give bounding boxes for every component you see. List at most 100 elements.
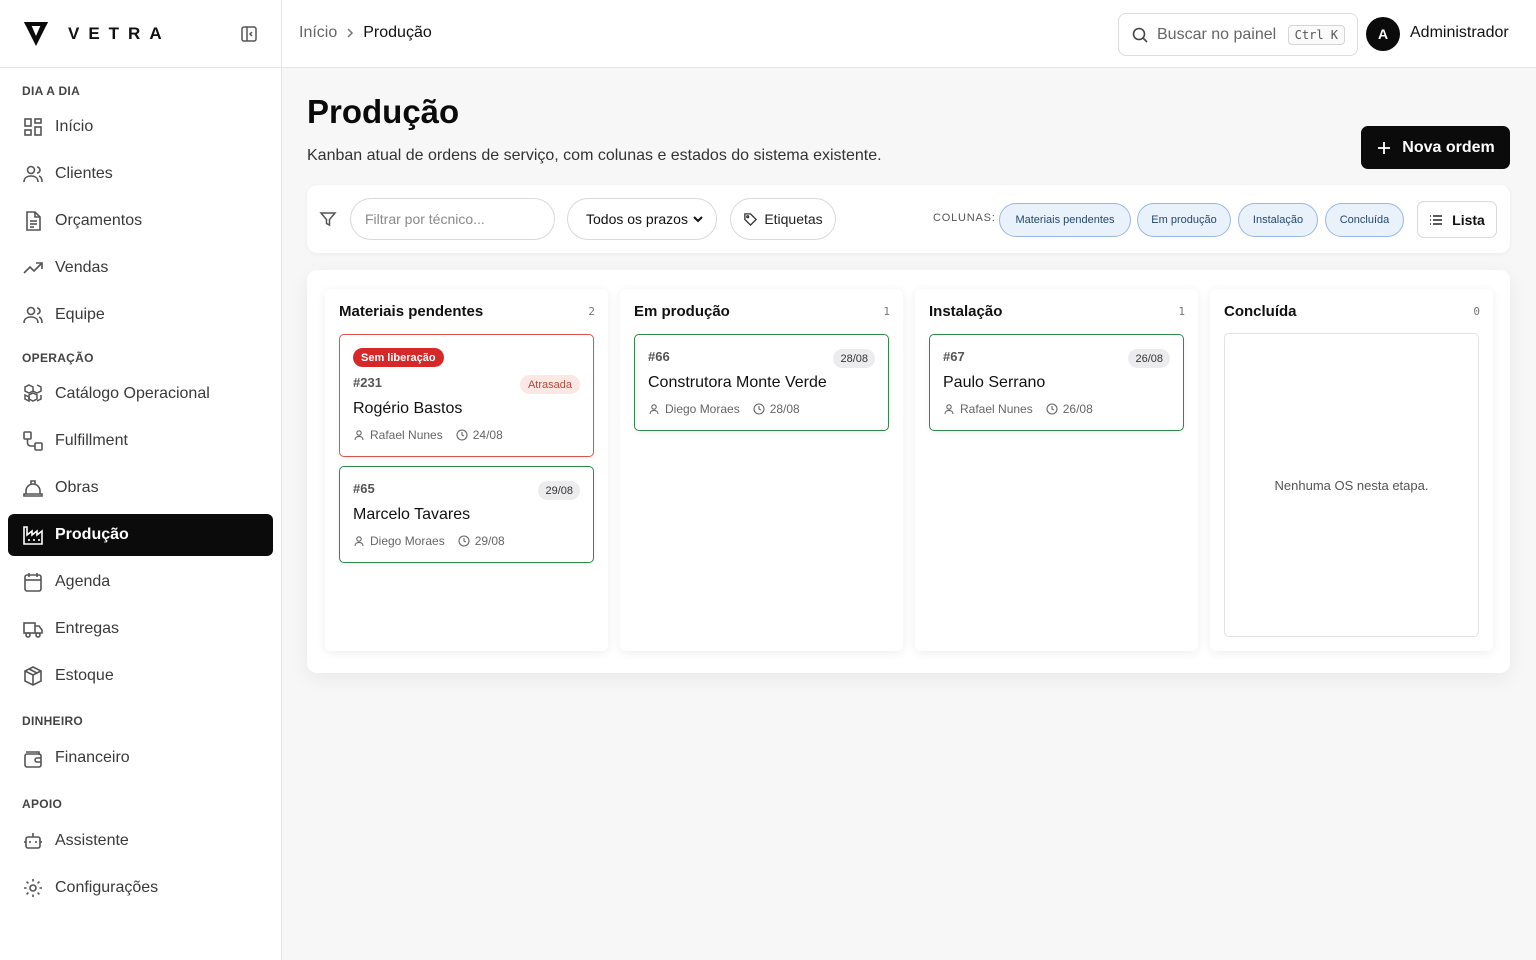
sidebar-item-obras[interactable]: Obras [8,467,273,509]
sidebar-item-configuracoes[interactable]: Configurações [8,867,273,909]
settings-icon [24,879,42,897]
breadcrumb-home-link[interactable]: Início [299,24,337,42]
sidebar-item-label: Catálogo Operacional [55,385,210,402]
sidebar-item-orcamentos[interactable]: Orçamentos [8,200,273,242]
tags-button[interactable]: Etiquetas [730,198,836,240]
nav-group-title: DIA A DIA [22,84,81,98]
order-card[interactable]: #66 28/08 Construtora Monte Verde Diego … [634,334,889,431]
brand-header: VETRA [0,0,281,68]
sidebar-item-label: Fulfillment [55,432,128,449]
user-icon [354,536,364,547]
breadcrumb-current: Produção [363,24,432,41]
search-icon [1132,27,1148,43]
trending-up-icon [23,262,43,274]
chevron-right-icon [347,28,354,38]
column-chip-instalacao[interactable]: Instalação [1238,203,1318,237]
order-client: Marcelo Tavares [353,506,471,523]
order-technician: Diego Moraes [665,402,740,416]
user-name[interactable]: Administrador [1410,24,1509,42]
sidebar-item-label: Produção [55,526,129,543]
page-title: Produção [307,93,460,130]
order-date: 29/08 [474,534,505,548]
deadline-select-value: Todos os prazos [586,211,688,227]
sidebar-item-label: Estoque [55,667,114,684]
sidebar-collapse-icon[interactable] [239,24,259,44]
new-order-button[interactable]: Nova ordem [1361,126,1510,169]
tags-label: Etiquetas [764,211,823,227]
calendar-icon [24,573,42,592]
clock-icon [1046,403,1058,415]
order-card[interactable]: #67 26/08 Paulo Serrano Rafael Nunes 26/… [929,334,1184,431]
sidebar-item-label: Vendas [55,259,109,276]
column-count: 1 [883,305,890,318]
sidebar-item-estoque[interactable]: Estoque [8,655,273,697]
sidebar-item-agenda[interactable]: Agenda [8,561,273,603]
column-chip-concluida[interactable]: Concluída [1325,203,1404,237]
sidebar-item-clientes[interactable]: Clientes [8,153,273,195]
plus-icon [1378,141,1391,154]
column-chip-materiais[interactable]: Materiais pendentes [999,203,1131,237]
order-date-pill: 28/08 [833,349,875,368]
user-icon [944,404,954,415]
sidebar-item-label: Clientes [55,165,113,182]
users-icon [23,165,43,183]
column-title: Em produção [634,303,730,320]
new-order-label: Nova ordem [1402,138,1495,156]
hard-hat-icon [23,480,43,497]
nav-group-apoio: APOIO Assistente Configurações [0,794,281,909]
kanban-board: Materiais pendentes 2 Sem liberação #231… [307,270,1510,673]
sidebar-item-label: Financeiro [55,749,130,766]
sidebar-item-financeiro[interactable]: Financeiro [8,737,273,779]
sidebar: VETRA DIA A DIA Início Clientes Orçament… [0,0,282,960]
sidebar-item-label: Agenda [55,573,111,590]
layout-grid-icon [24,118,42,136]
avatar[interactable]: A [1366,17,1400,51]
order-client: Construtora Monte Verde [648,374,827,391]
sidebar-item-equipe[interactable]: Equipe [8,294,273,336]
sidebar-item-assistente[interactable]: Assistente [8,820,273,862]
technician-filter-input[interactable] [350,198,555,240]
kanban-column-instalacao: Instalação 1 #67 26/08 Paulo Serrano Raf… [915,289,1198,651]
order-meta: Rafael Nunes 26/08 [943,402,1093,416]
clock-icon [458,535,470,547]
sidebar-item-vendas[interactable]: Vendas [8,247,273,289]
sidebar-item-fulfillment[interactable]: Fulfillment [8,420,273,462]
column-count: 2 [588,305,595,318]
brand-name: VETRA [68,23,171,43]
order-id: #67 [943,349,965,364]
order-card[interactable]: Sem liberação #231 Atrasada Rogério Bast… [339,334,594,457]
nav-group-dia-a-dia: DIA A DIA Início Clientes Orçamentos Ven… [0,81,281,336]
sidebar-item-inicio[interactable]: Início [8,106,273,148]
wallet-icon [24,751,42,768]
order-date-pill: 29/08 [538,481,580,500]
order-meta: Diego Moraes 29/08 [353,534,505,548]
clock-icon [753,403,765,415]
breadcrumb: Início Produção [299,24,432,42]
search-box[interactable]: Buscar no painel Ctrl K [1118,13,1358,56]
order-technician: Rafael Nunes [960,402,1033,416]
order-date: 24/08 [472,428,503,442]
filter-bar: Todos os prazos Etiquetas COLUNAS: Mater… [307,185,1510,253]
late-status-badge: Atrasada [519,375,580,394]
order-id: #231 [353,375,382,390]
kanban-column-em-producao: Em produção 1 #66 28/08 Construtora Mont… [620,289,903,651]
sidebar-item-producao[interactable]: Produção [8,514,273,556]
sidebar-item-label: Orçamentos [55,212,143,229]
sidebar-item-entregas[interactable]: Entregas [8,608,273,650]
column-count: 1 [1178,305,1185,318]
kanban-column-concluida: Concluída 0 Nenhuma OS nesta etapa. [1210,289,1493,651]
sidebar-item-label: Assistente [55,832,129,849]
sidebar-item-label: Entregas [55,620,120,637]
column-chip-em-producao[interactable]: Em produção [1137,203,1231,237]
clock-icon [456,429,468,441]
order-id: #65 [353,481,375,496]
no-release-badge: Sem liberação [353,348,444,367]
order-card[interactable]: #65 29/08 Marcelo Tavares Diego Moraes 2… [339,466,594,563]
workflow-icon [23,431,43,451]
sidebar-item-label: Equipe [55,306,105,323]
sidebar-item-catalogo[interactable]: Catálogo Operacional [8,373,273,415]
users-icon [23,306,43,324]
column-title: Materiais pendentes [339,303,484,320]
deadline-select[interactable]: Todos os prazos [567,198,717,240]
list-view-button[interactable]: Lista [1417,201,1497,238]
